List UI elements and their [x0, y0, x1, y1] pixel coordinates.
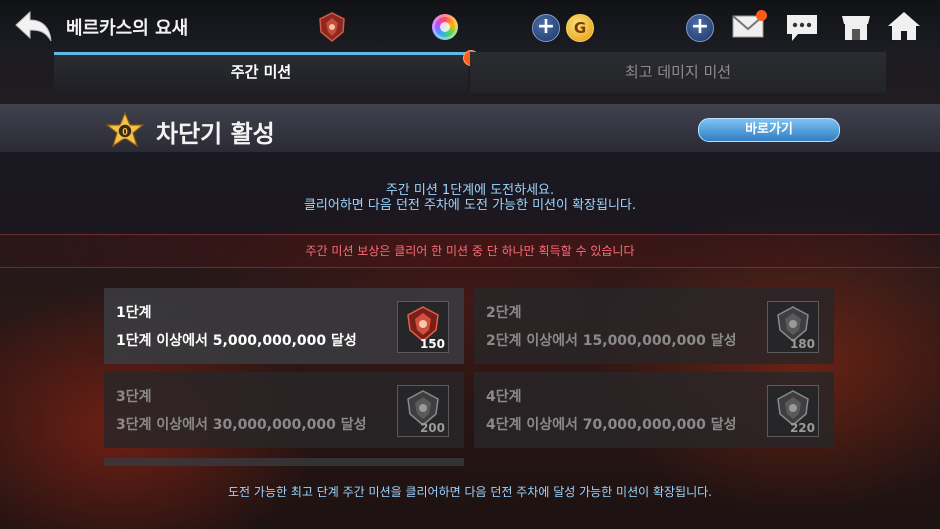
stage-description: 4단계 이상에서 70,000,000,000 달성: [486, 417, 737, 433]
shop-icon[interactable]: [840, 12, 872, 42]
guild-emblem-icon[interactable]: [318, 12, 346, 42]
next-stage-card-partial: [104, 458, 464, 466]
reward-slot[interactable]: 200: [397, 385, 449, 437]
stage-name: 1단계: [116, 305, 152, 321]
reward-slot[interactable]: 220: [767, 385, 819, 437]
svg-text:0: 0: [122, 127, 128, 138]
stage-name: 3단계: [116, 389, 152, 405]
rainbow-gem-icon[interactable]: [432, 14, 458, 40]
footer-note: 도전 가능한 최고 단계 주간 미션을 클리어하면 다음 던전 주차에 달성 가…: [228, 485, 712, 499]
add-currency-button[interactable]: +: [686, 14, 714, 42]
stage-card-4[interactable]: 4단계 4단계 이상에서 70,000,000,000 달성 220: [474, 372, 834, 448]
reward-count: 180: [789, 337, 815, 351]
go-button[interactable]: 바로가기: [698, 118, 840, 142]
reward-slot[interactable]: 150: [397, 301, 449, 353]
info-line-2: 클리어하면 다음 던전 주차에 도전 가능한 미션이 확장됩니다.: [303, 198, 637, 213]
section-title: 차단기 활성: [156, 120, 275, 148]
star-rank-icon: 0: [105, 111, 145, 148]
stage-description: 2단계 이상에서 15,000,000,000 달성: [486, 333, 737, 349]
warning-text: 주간 미션 보상은 클리어 한 미션 중 단 하나만 획득할 수 있습니다: [305, 244, 635, 258]
back-arrow-icon[interactable]: [14, 10, 54, 44]
home-icon[interactable]: [886, 10, 922, 42]
page-title: 베르카스의 요새: [66, 18, 189, 39]
chat-icon[interactable]: [784, 12, 820, 44]
mail-notification-dot: [756, 10, 767, 21]
add-gold-button[interactable]: +: [532, 14, 560, 42]
stage-description: 1단계 이상에서 5,000,000,000 달성: [116, 333, 357, 349]
reward-count: 200: [419, 421, 445, 435]
tab-max-damage-mission[interactable]: 최고 데미지 미션: [470, 52, 886, 93]
stage-card-3[interactable]: 3단계 3단계 이상에서 30,000,000,000 달성 200: [104, 372, 464, 448]
gold-coin-icon[interactable]: G: [566, 14, 594, 42]
stage-card-1[interactable]: 1단계 1단계 이상에서 5,000,000,000 달성 150: [104, 288, 464, 364]
stage-description: 3단계 이상에서 30,000,000,000 달성: [116, 417, 367, 433]
stage-name: 2단계: [486, 305, 522, 321]
active-tab-indicator: [54, 52, 468, 55]
reward-count: 220: [789, 421, 815, 435]
reward-slot[interactable]: 180: [767, 301, 819, 353]
tab-weekly-mission[interactable]: 주간 미션: [54, 52, 468, 93]
reward-count: 150: [419, 337, 445, 351]
stage-name: 4단계: [486, 389, 522, 405]
stage-card-2[interactable]: 2단계 2단계 이상에서 15,000,000,000 달성 180: [474, 288, 834, 364]
